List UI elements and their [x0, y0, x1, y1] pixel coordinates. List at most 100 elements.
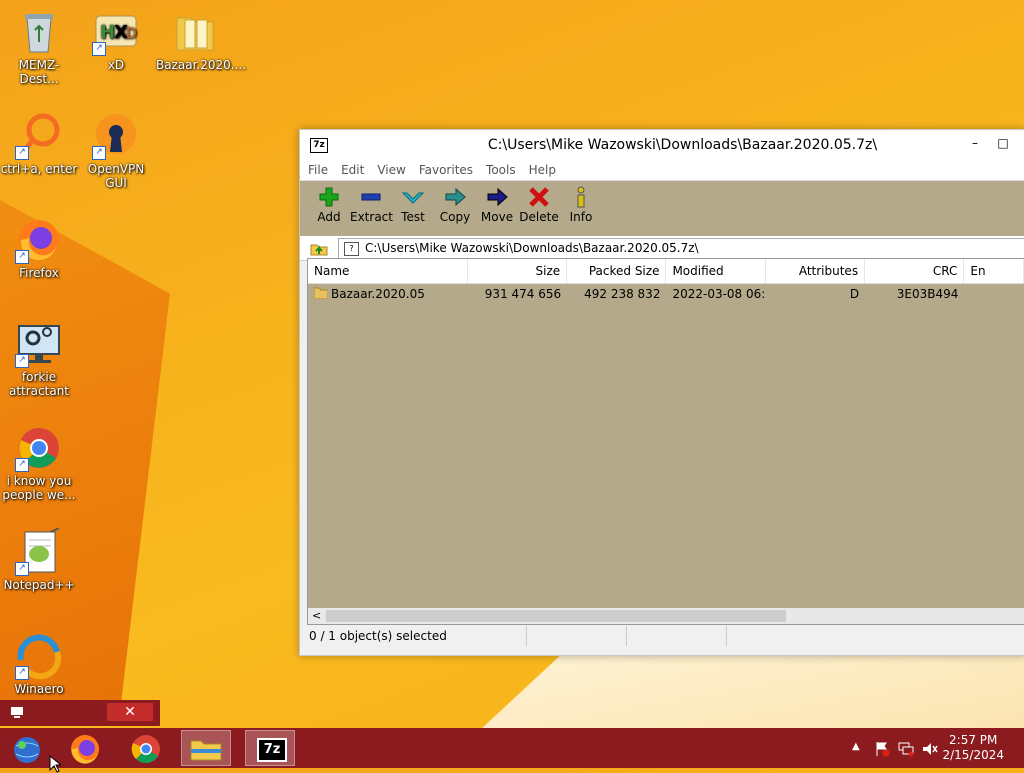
desktop-icon-chrome-shortcut[interactable]: ↗ i know you people we... — [0, 424, 78, 502]
menu-file[interactable]: File — [308, 163, 328, 177]
shortcut-arrow-icon: ↗ — [92, 42, 106, 56]
menu-edit[interactable]: Edit — [341, 163, 364, 177]
clock-time: 2:57 PM — [949, 733, 998, 747]
taskbar-7zip-button[interactable]: 7z — [245, 730, 295, 766]
menu-tools[interactable]: Tools — [486, 163, 516, 177]
extract-button[interactable]: Extract — [350, 186, 393, 224]
desktop-icon-label: xD — [107, 58, 125, 72]
archive-icon: ? — [344, 242, 359, 256]
cell-crc: 3E03B494 — [896, 287, 959, 301]
status-panel-2 — [527, 626, 627, 646]
close-icon[interactable]: ✕ — [107, 703, 153, 721]
cell-name: Bazaar.2020.05 — [308, 284, 468, 304]
info-icon — [577, 186, 585, 208]
taskbar-clock[interactable]: 2:57 PM 2/15/2024 — [942, 733, 1004, 763]
desktop-icon-winaero[interactable]: ↗ Winaero — [0, 632, 78, 696]
status-selection: 0 / 1 object(s) selected — [307, 626, 527, 646]
arrow-right-icon — [445, 187, 466, 207]
move-button-label: Move — [480, 210, 514, 224]
menu-favorites[interactable]: Favorites — [419, 163, 473, 177]
volume-muted-icon[interactable] — [922, 741, 938, 757]
column-header-packed-size[interactable]: Packed Size — [567, 259, 667, 283]
desktop-icon-label: i know you people we... — [2, 474, 76, 502]
table-row[interactable]: Bazaar.2020.05 931 474 656 492 238 832 2… — [308, 284, 1024, 304]
start-button[interactable] — [2, 730, 52, 766]
column-header-encrypted[interactable]: En — [964, 259, 1024, 283]
folder-icon — [171, 8, 219, 56]
7zip-file-manager-window[interactable]: 7z C:\Users\Mike Wazowski\Downloads\Baza… — [299, 129, 1024, 656]
cell-modified: 2022-03-08 06:20 — [672, 287, 766, 301]
firefox-icon: ↗ — [15, 216, 63, 264]
list-header: Name Size Packed Size Modified Attribute… — [308, 259, 1024, 284]
clock-date: 2/15/2024 — [942, 748, 1004, 762]
minus-icon — [361, 193, 381, 201]
status-bar: 0 / 1 object(s) selected — [307, 626, 1024, 646]
scrollbar-thumb[interactable] — [326, 610, 786, 622]
add-button[interactable]: Add — [308, 186, 350, 224]
shortcut-arrow-icon: ↗ — [15, 250, 29, 264]
move-button[interactable]: Move — [476, 186, 518, 224]
taskbar-chrome-button[interactable] — [121, 730, 171, 766]
delete-button[interactable]: Delete — [518, 186, 560, 224]
network-icon[interactable] — [898, 741, 914, 757]
svg-text:H: H — [100, 22, 115, 43]
desktop-icon-label: forkie attractant — [8, 370, 70, 398]
status-panel-4 — [727, 626, 1024, 646]
file-explorer-icon — [190, 740, 222, 761]
chrome-icon: ↗ — [15, 424, 63, 472]
minimize-button[interactable]: – — [965, 134, 985, 152]
taskbar-file-explorer-button[interactable] — [181, 730, 231, 766]
shortcut-arrow-icon: ↗ — [15, 666, 29, 680]
desktop-icon-label: ctrl+a, enter — [0, 162, 78, 176]
desktop-icon-label: OpenVPN GUI — [87, 162, 145, 190]
cell-encrypted — [964, 284, 1024, 304]
taskbar-firefox-button[interactable] — [60, 730, 110, 766]
cell-name-text: Bazaar.2020.05 — [331, 287, 425, 301]
taskbar: 7z ▲ 2:57 PM 2/15/2024 — [0, 728, 1024, 768]
x-icon — [529, 187, 549, 207]
menu-view[interactable]: View — [377, 163, 405, 177]
desktop-icon-firefox[interactable]: ↗ Firefox — [0, 216, 78, 280]
openvpn-icon: ↗ — [92, 112, 140, 160]
maximize-button[interactable]: □ — [993, 134, 1013, 152]
path-input[interactable]: ? C:\Users\Mike Wazowski\Downloads\Bazaa… — [338, 238, 1024, 259]
window-titlebar[interactable]: 7z C:\Users\Mike Wazowski\Downloads\Baza… — [300, 130, 1024, 160]
cell-attributes: D — [849, 287, 860, 301]
action-center-flag-icon[interactable] — [874, 741, 890, 757]
column-header-size[interactable]: Size — [468, 259, 568, 283]
desktop-icon-openvpn[interactable]: ↗ OpenVPN GUI — [77, 112, 155, 190]
desktop-icon-label: Notepad++ — [3, 578, 75, 592]
chrome-icon — [131, 735, 160, 764]
test-button[interactable]: Test — [392, 186, 434, 224]
horizontal-scrollbar[interactable]: < — [308, 608, 1024, 624]
desktop-icon-forkie-attractant[interactable]: ↗ forkie attractant — [0, 320, 78, 398]
window-title: C:\Users\Mike Wazowski\Downloads\Bazaar.… — [487, 137, 878, 153]
7zip-icon: 7z — [257, 738, 287, 762]
language-bar-icon[interactable] — [10, 706, 26, 720]
column-header-crc[interactable]: CRC — [865, 259, 965, 283]
column-header-modified[interactable]: Modified — [666, 259, 766, 283]
folder-icon — [313, 287, 329, 300]
desktop-icon-notepadpp[interactable]: ↗ Notepad++ — [0, 527, 78, 592]
column-header-attributes[interactable]: Attributes — [766, 259, 866, 283]
info-button[interactable]: Info — [560, 186, 602, 224]
parent-folder-button[interactable] — [310, 240, 328, 256]
menu-help[interactable]: Help — [529, 163, 556, 177]
file-list[interactable]: Name Size Packed Size Modified Attribute… — [307, 258, 1024, 625]
settings-monitor-icon: ↗ — [15, 320, 63, 368]
show-hidden-icons-chevron-icon[interactable]: ▲ — [852, 741, 860, 752]
scroll-left-arrow-icon[interactable]: < — [312, 609, 321, 622]
info-button-label: Info — [569, 210, 593, 224]
status-panel-3 — [627, 626, 727, 646]
copy-button[interactable]: Copy — [434, 186, 476, 224]
desktop-icon-xd[interactable]: HXD ↗ xD — [77, 8, 155, 72]
desktop-icon-recycle-bin[interactable]: MEMZ-Dest... — [0, 8, 78, 86]
mini-toolbar: ✕ — [0, 700, 160, 726]
firefox-icon — [71, 735, 99, 764]
column-header-name[interactable]: Name — [308, 259, 468, 283]
toolbar: Add Extract Test Copy Move Delete Info — [300, 181, 1024, 236]
desktop-icon-bazaar-folder[interactable]: Bazaar.2020.... — [156, 8, 246, 72]
plus-icon — [319, 187, 339, 207]
desktop-icon-ctrl-a-enter[interactable]: ↗ ctrl+a, enter — [0, 112, 78, 176]
menu-bar: File Edit View Favorites Tools Help — [300, 160, 1024, 181]
